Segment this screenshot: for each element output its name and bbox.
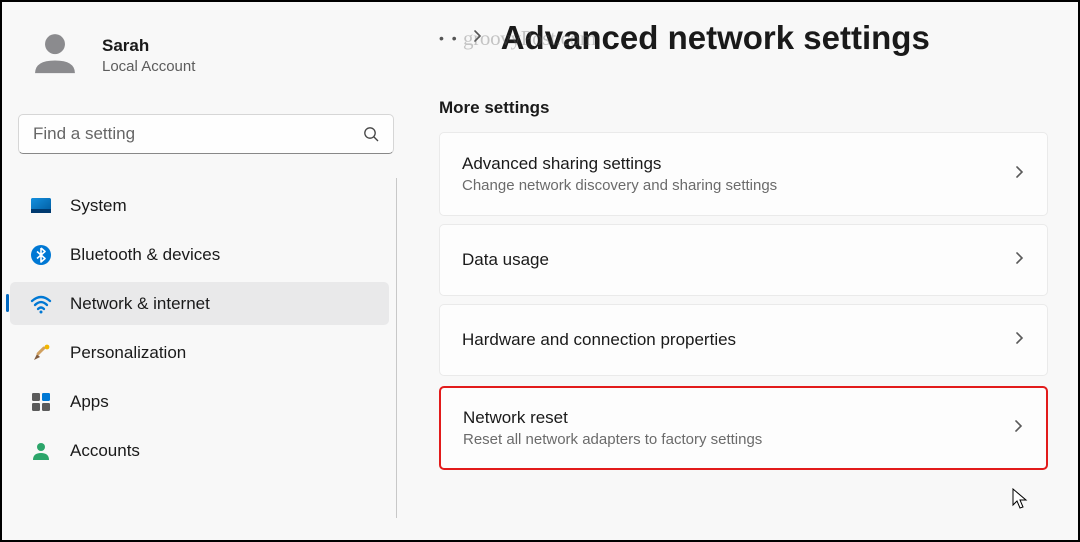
card-title: Advanced sharing settings: [462, 154, 1015, 174]
user-profile[interactable]: Sarah Local Account: [2, 18, 397, 96]
sidebar-item-label: Network & internet: [70, 294, 210, 314]
card-network-reset[interactable]: Network reset Reset all network adapters…: [439, 386, 1048, 470]
sidebar: Sarah Local Account System: [2, 2, 397, 540]
paintbrush-icon: [30, 342, 52, 364]
bluetooth-icon: [30, 244, 52, 266]
avatar-icon: [26, 26, 84, 84]
apps-icon: [30, 391, 52, 413]
breadcrumb-more-icon[interactable]: • •: [439, 30, 463, 46]
chevron-right-icon: [1015, 331, 1025, 350]
sidebar-item-bluetooth[interactable]: Bluetooth & devices: [10, 233, 389, 276]
sidebar-item-label: Accounts: [70, 441, 140, 461]
chevron-right-icon: [1015, 251, 1025, 270]
sidebar-item-label: Personalization: [70, 343, 186, 363]
sidebar-item-label: System: [70, 196, 127, 216]
sidebar-item-apps[interactable]: Apps: [10, 380, 389, 423]
card-hardware-properties[interactable]: Hardware and connection properties: [439, 304, 1048, 376]
card-data-usage[interactable]: Data usage: [439, 224, 1048, 296]
system-icon: [30, 195, 52, 217]
sidebar-item-label: Apps: [70, 392, 109, 412]
card-advanced-sharing[interactable]: Advanced sharing settings Change network…: [439, 132, 1048, 216]
chevron-right-icon: [1015, 165, 1025, 184]
card-sub: Change network discovery and sharing set…: [462, 177, 1015, 194]
chevron-right-icon: [1014, 419, 1024, 438]
card-title: Network reset: [463, 408, 1014, 428]
search-box[interactable]: [18, 114, 394, 154]
sidebar-item-network[interactable]: Network & internet: [10, 282, 389, 325]
sidebar-item-system[interactable]: System: [10, 184, 389, 227]
nav-list: System Bluetooth & devices Network & int…: [2, 178, 397, 478]
search-input[interactable]: [33, 124, 363, 144]
cursor-icon: [1012, 488, 1028, 510]
sidebar-item-label: Bluetooth & devices: [70, 245, 220, 265]
main-content: groovyPost.com • • Advanced network sett…: [397, 2, 1078, 540]
wifi-icon: [30, 293, 52, 315]
card-sub: Reset all network adapters to factory se…: [463, 431, 1014, 448]
sidebar-item-accounts[interactable]: Accounts: [10, 429, 389, 472]
accounts-icon: [30, 440, 52, 462]
section-heading: More settings: [439, 98, 1048, 118]
card-title: Data usage: [462, 250, 1015, 270]
user-name: Sarah: [102, 36, 195, 56]
user-sub: Local Account: [102, 58, 195, 75]
watermark: groovyPost.com: [463, 26, 596, 51]
card-title: Hardware and connection properties: [462, 330, 1015, 350]
sidebar-item-personalization[interactable]: Personalization: [10, 331, 389, 374]
search-icon: [363, 126, 379, 142]
